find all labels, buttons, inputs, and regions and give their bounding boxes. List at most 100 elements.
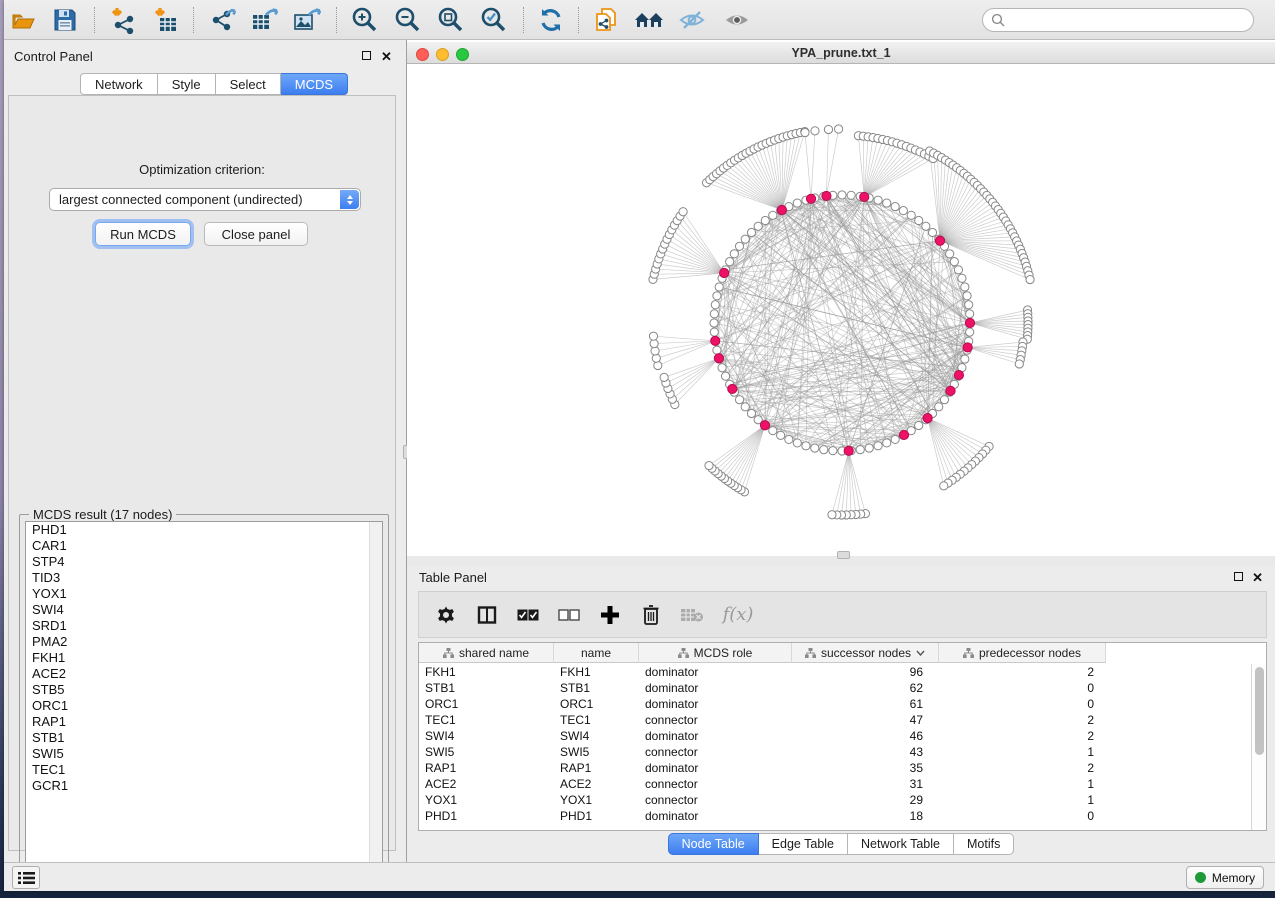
table-cell: ORC1 bbox=[554, 697, 639, 711]
close-panel-button[interactable]: Close panel bbox=[204, 222, 308, 246]
mcds-result-item[interactable]: SWI4 bbox=[26, 602, 382, 618]
zoom-in-button[interactable] bbox=[346, 3, 382, 37]
mcds-tab-content: Optimization criterion: largest connecte… bbox=[8, 95, 396, 851]
column-header-shared-name[interactable]: shared name bbox=[419, 643, 554, 663]
tab-node-table[interactable]: Node Table bbox=[668, 833, 759, 855]
network-titlebar[interactable]: YPA_prune.txt_1 bbox=[407, 42, 1275, 64]
deselect-all-icon[interactable] bbox=[557, 602, 581, 628]
table-cell: 43 bbox=[792, 745, 939, 759]
scrollbar-thumb[interactable] bbox=[1255, 667, 1264, 755]
table-toolbar: f(x) bbox=[418, 591, 1267, 638]
table-row[interactable]: PHD1PHD1dominator180 bbox=[419, 808, 1250, 824]
table-row[interactable]: ACE2ACE2connector311 bbox=[419, 776, 1250, 792]
mcds-result-item[interactable]: RAP1 bbox=[26, 714, 382, 730]
table-body: FKH1FKH1dominator962STB1STB1dominator620… bbox=[419, 664, 1250, 830]
horizontal-split-divider[interactable] bbox=[407, 556, 1275, 566]
table-row[interactable]: ORC1ORC1dominator610 bbox=[419, 696, 1250, 712]
show-log-button[interactable] bbox=[12, 866, 40, 889]
hide-selected-button[interactable] bbox=[674, 3, 710, 37]
search-field[interactable] bbox=[982, 8, 1254, 32]
table-row[interactable]: STB1STB1dominator620 bbox=[419, 680, 1250, 696]
table-cell: dominator bbox=[639, 697, 792, 711]
export-table-button[interactable] bbox=[246, 3, 282, 37]
show-all-button[interactable] bbox=[719, 3, 755, 37]
table-cell: 61 bbox=[792, 697, 939, 711]
mcds-result-item[interactable]: SRD1 bbox=[26, 618, 382, 634]
table-cell: ACE2 bbox=[554, 777, 639, 791]
tab-select[interactable]: Select bbox=[216, 73, 281, 95]
column-header-mcds-role[interactable]: MCDS role bbox=[639, 643, 792, 663]
tab-network-table[interactable]: Network Table bbox=[848, 833, 954, 855]
settings-gear-icon[interactable] bbox=[434, 602, 458, 628]
control-panel-tabs: Network Style Select MCDS bbox=[80, 73, 348, 95]
mcds-result-item[interactable]: FKH1 bbox=[26, 650, 382, 666]
mcds-list-scrollbar[interactable] bbox=[369, 522, 382, 879]
table-row[interactable]: SWI4SWI4dominator462 bbox=[419, 728, 1250, 744]
mcds-result-item[interactable]: TEC1 bbox=[26, 762, 382, 778]
refresh-button[interactable] bbox=[533, 3, 569, 37]
run-mcds-button[interactable]: Run MCDS bbox=[95, 222, 191, 246]
column-header-name[interactable]: name bbox=[554, 643, 639, 663]
close-panel-icon[interactable]: ✕ bbox=[381, 52, 392, 61]
show-columns-icon[interactable] bbox=[475, 602, 499, 628]
shared-column-icon bbox=[678, 648, 689, 658]
import-table-button[interactable] bbox=[148, 3, 184, 37]
mcds-result-item[interactable]: STB5 bbox=[26, 682, 382, 698]
zoom-selected-button[interactable] bbox=[475, 3, 511, 37]
column-header-successor-nodes[interactable]: successor nodes bbox=[792, 643, 939, 663]
column-header-predecessor-nodes[interactable]: predecessor nodes bbox=[939, 643, 1106, 663]
mcds-result-item[interactable]: STP4 bbox=[26, 554, 382, 570]
table-row[interactable]: YOX1YOX1connector291 bbox=[419, 792, 1250, 808]
select-all-icon[interactable] bbox=[516, 602, 540, 628]
tab-motifs[interactable]: Motifs bbox=[954, 833, 1014, 855]
close-panel-icon[interactable]: ✕ bbox=[1252, 573, 1263, 582]
table-cell: 2 bbox=[939, 713, 1106, 727]
copy-network-button[interactable] bbox=[588, 3, 624, 37]
tab-style[interactable]: Style bbox=[158, 73, 216, 95]
table-row[interactable]: SWI5SWI5connector431 bbox=[419, 744, 1250, 760]
search-input[interactable] bbox=[1009, 10, 1239, 30]
first-neighbors-button[interactable] bbox=[631, 3, 667, 37]
mcds-result-item[interactable]: PMA2 bbox=[26, 634, 382, 650]
open-file-button[interactable] bbox=[5, 3, 41, 37]
mcds-result-item[interactable]: ORC1 bbox=[26, 698, 382, 714]
table-row[interactable]: FKH1FKH1dominator962 bbox=[419, 664, 1250, 680]
delete-row-icon[interactable] bbox=[639, 602, 663, 628]
table-cell: ACE2 bbox=[419, 777, 554, 791]
mcds-result-item[interactable]: ACE2 bbox=[26, 666, 382, 682]
zoom-fit-button[interactable] bbox=[432, 3, 468, 37]
memory-button[interactable]: Memory bbox=[1186, 866, 1264, 889]
tab-edge-table[interactable]: Edge Table bbox=[759, 833, 848, 855]
mcds-result-list[interactable]: PHD1CAR1STP4TID3YOX1SWI4SRD1PMA2FKH1ACE2… bbox=[25, 521, 383, 880]
mcds-result-item[interactable]: STB1 bbox=[26, 730, 382, 746]
tab-network[interactable]: Network bbox=[80, 73, 158, 95]
mcds-result-item[interactable]: GCR1 bbox=[26, 778, 382, 794]
mcds-result-item[interactable]: SWI5 bbox=[26, 746, 382, 762]
table-cell: dominator bbox=[639, 729, 792, 743]
mcds-result-item[interactable]: TID3 bbox=[26, 570, 382, 586]
tab-mcds[interactable]: MCDS bbox=[281, 73, 348, 95]
divider-grip[interactable] bbox=[837, 551, 850, 559]
save-session-button[interactable] bbox=[47, 3, 83, 37]
zoom-out-button[interactable] bbox=[389, 3, 425, 37]
export-image-button[interactable] bbox=[288, 3, 324, 37]
export-network-button[interactable] bbox=[205, 3, 241, 37]
network-title: YPA_prune.txt_1 bbox=[407, 46, 1275, 60]
function-builder-icon: f(x) bbox=[721, 602, 755, 628]
mcds-result-item[interactable]: CAR1 bbox=[26, 538, 382, 554]
network-canvas[interactable] bbox=[407, 65, 1275, 556]
table-cell: YOX1 bbox=[419, 793, 554, 807]
table-row[interactable]: RAP1RAP1dominator352 bbox=[419, 760, 1250, 776]
table-scrollbar[interactable] bbox=[1251, 664, 1266, 830]
copy-network-icon bbox=[592, 6, 620, 34]
import-network-button[interactable] bbox=[105, 3, 141, 37]
criterion-select[interactable]: largest connected component (undirected) bbox=[49, 188, 361, 211]
float-panel-icon[interactable] bbox=[1234, 572, 1243, 581]
network-graph[interactable] bbox=[407, 65, 1275, 556]
table-row[interactable]: TEC1TEC1connector472 bbox=[419, 712, 1250, 728]
mcds-result-item[interactable]: YOX1 bbox=[26, 586, 382, 602]
mcds-result-item[interactable]: PHD1 bbox=[26, 522, 382, 538]
float-panel-icon[interactable] bbox=[362, 51, 371, 60]
table-cell: dominator bbox=[639, 681, 792, 695]
add-row-icon[interactable] bbox=[598, 602, 622, 628]
